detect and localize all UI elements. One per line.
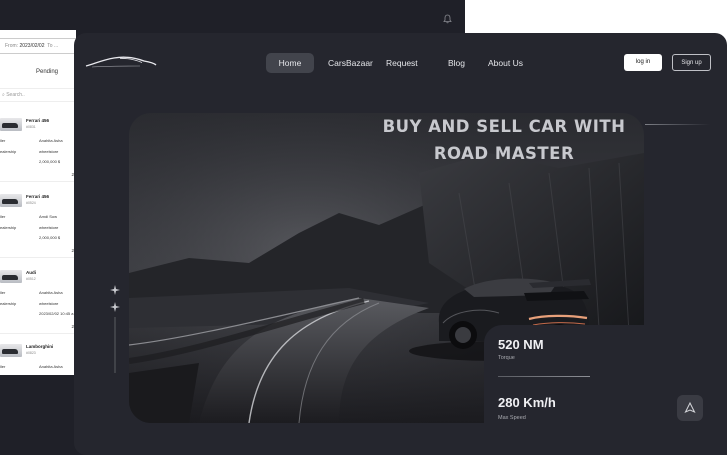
car-request-list: From: 2023/02/02 To ... Pending ⌕ Search… — [0, 30, 76, 375]
search-input[interactable]: ⌕ Search.. — [0, 88, 76, 102]
car-thumbnail — [0, 270, 22, 283]
seller-value: Amdi Sow — [39, 214, 58, 219]
car-thumbnail — [0, 194, 22, 207]
scroll-top-button[interactable] — [677, 395, 703, 421]
dealership-label: ealership — [0, 301, 17, 306]
seller-value: Anahita Asha — [39, 138, 63, 143]
headline-divider — [645, 124, 710, 125]
specs-panel: 520 NM Torque 280 Km/h Max Speed — [484, 325, 727, 455]
car-thumbnail — [0, 118, 22, 131]
nav-blog[interactable]: Blog — [448, 53, 465, 73]
torque-label: Torque — [498, 355, 515, 361]
nav-carsbazaar[interactable]: CarsBazaar — [328, 53, 373, 73]
dealership-value: wheelstore — [39, 149, 59, 154]
bell-icon[interactable] — [443, 11, 452, 29]
headline-line-2: ROAD MASTER — [433, 144, 575, 163]
seller-label: ller — [0, 138, 6, 143]
arrow-up-icon — [677, 401, 703, 425]
search-icon: ⌕ — [2, 92, 5, 98]
seller-label: ller — [0, 214, 6, 219]
stats-divider — [498, 376, 590, 377]
divider — [0, 333, 76, 334]
car-name: Ferrari 456 — [26, 118, 50, 123]
hero-headline: BUY AND SELL CAR WITH ROAD MASTER — [369, 113, 639, 167]
car-name: Lamborghini — [26, 344, 54, 349]
date-to-label: To — [47, 43, 53, 49]
dealership-label: ealership — [0, 225, 17, 230]
date-from-label: From — [5, 43, 17, 49]
car-thumbnail — [0, 344, 22, 357]
torque-value: 520 NM — [498, 337, 544, 352]
search-placeholder: Search.. — [6, 92, 25, 98]
date-value: 2023/02/02 10:45 a — [39, 311, 74, 316]
headline-line-1: BUY AND SELL CAR WITH — [382, 117, 626, 136]
seller-label: ller — [0, 290, 6, 295]
nav-about[interactable]: About Us — [488, 53, 523, 73]
tab-pending[interactable]: Pending — [36, 69, 58, 75]
seller-value: Anahita Asha — [39, 364, 63, 369]
date-range-filter[interactable]: From: 2023/02/02 To ... — [0, 38, 76, 54]
seller-label: ller — [0, 364, 6, 369]
dealership-value: wheelstore — [39, 225, 59, 230]
price-value: 2,000,000 $ — [39, 159, 61, 164]
car-code: #0524 — [26, 201, 36, 205]
max-speed-label: Max Speed — [498, 415, 526, 421]
car-name: Ferrari 456 — [26, 194, 50, 199]
divider — [0, 257, 76, 258]
price-value: 2,000,000 $ — [39, 235, 61, 240]
dealership-value: wheelstore — [39, 301, 59, 306]
seller-value: Anahita Asha — [39, 290, 63, 295]
signup-button[interactable]: Sign up — [672, 54, 711, 71]
car-code: #0512 — [26, 277, 36, 281]
dealership-label: ealership — [0, 149, 17, 154]
nav-home[interactable]: Home — [266, 53, 314, 73]
date-to-value: ... — [53, 43, 59, 49]
login-button[interactable]: log in — [624, 54, 662, 71]
nav-request[interactable]: Request — [386, 53, 418, 73]
divider — [0, 181, 76, 182]
date-from-value: 2023/02/02 — [19, 43, 45, 49]
car-code: #0823 — [26, 351, 36, 355]
max-speed-value: 280 Km/h — [498, 395, 556, 410]
sparkle-icon — [109, 285, 121, 380]
landing-page-window: Home CarsBazaar Request Blog About Us lo… — [74, 33, 727, 455]
car-code: #0831 — [26, 125, 36, 129]
car-name: Audi — [26, 270, 36, 275]
car-silhouette-logo[interactable] — [84, 55, 158, 74]
